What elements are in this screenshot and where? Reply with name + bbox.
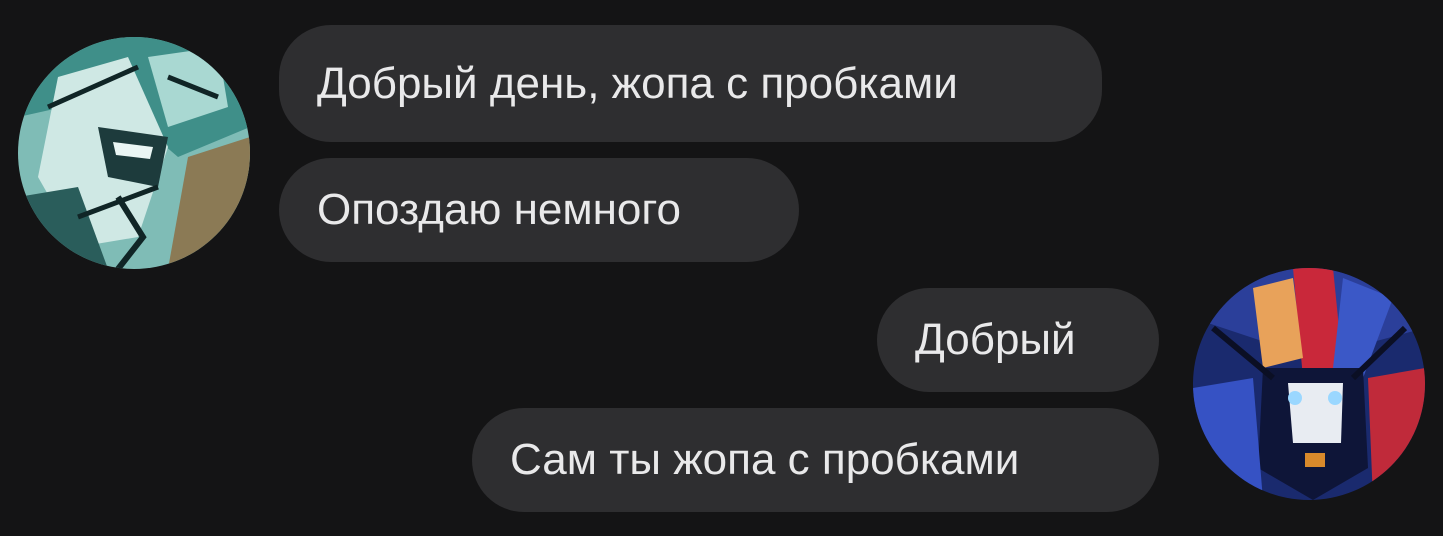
contact-avatar[interactable] — [18, 37, 250, 269]
message-text: Сам ты жопа с пробками — [510, 435, 1020, 484]
message-text: Добрый день, жопа с пробками — [317, 58, 958, 108]
message-text: Опоздаю немного — [317, 185, 681, 234]
message-bubble-outgoing[interactable]: Сам ты жопа с пробками — [472, 408, 1159, 512]
user-avatar[interactable] — [1193, 268, 1425, 500]
user-avatar-image — [1193, 268, 1425, 500]
message-bubble-outgoing[interactable]: Добрый — [877, 288, 1159, 392]
message-bubble-incoming[interactable]: Добрый день, жопа с пробками — [279, 25, 1102, 142]
message-bubble-incoming[interactable]: Опоздаю немного — [279, 158, 799, 262]
chat-thread: Добрый день, жопа с пробками Опоздаю нем… — [0, 0, 1443, 536]
contact-avatar-image — [18, 37, 250, 269]
message-text: Добрый — [915, 315, 1076, 364]
